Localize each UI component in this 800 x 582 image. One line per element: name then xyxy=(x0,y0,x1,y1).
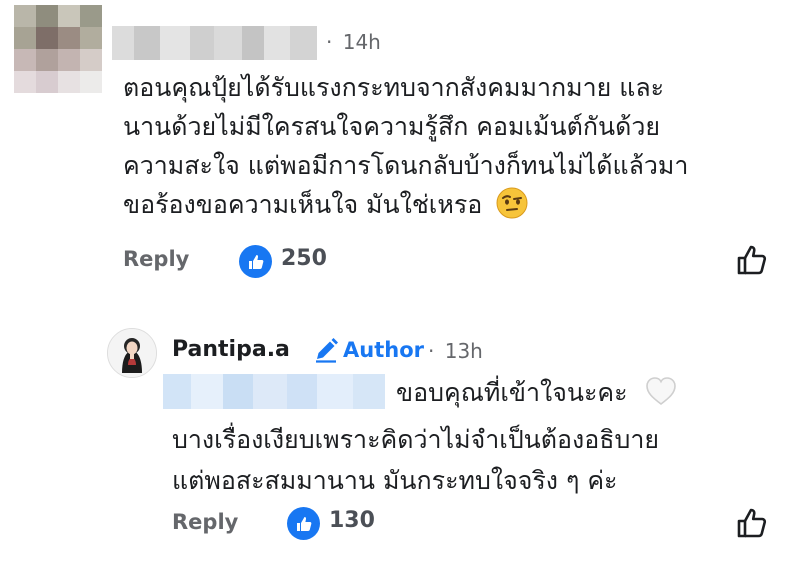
meta-separator: · xyxy=(326,30,333,54)
thumbs-up-outline-icon[interactable] xyxy=(735,506,769,544)
comment-meta: · 14h xyxy=(326,30,381,54)
comment-line: นานด้วยไม่มีใครสนใจความรู้สึก คอมเม้นต์ก… xyxy=(123,112,660,141)
meta-separator: · xyxy=(428,339,435,363)
author-avatar[interactable] xyxy=(107,328,157,378)
commenter-name-blurred[interactable] xyxy=(112,26,317,60)
comment-line-text: ขอร้องขอความเห็นใจ มันใช่เหรอ xyxy=(123,190,483,219)
raised-eyebrow-emoji xyxy=(496,187,528,230)
comment-timestamp[interactable]: 14h xyxy=(343,30,381,54)
white-heart-emoji xyxy=(644,375,678,418)
reply-line: บางเรื่องเงียบเพราะคิดว่าไม่จำเป็นต้องอธ… xyxy=(172,425,660,454)
reply-line-first: ขอบคุณที่เข้าใจนะคะ xyxy=(172,373,678,418)
like-reaction-icon[interactable] xyxy=(239,245,272,278)
comment-body: ตอนคุณปุ้ยได้รับแรงกระทบจากสังคมมากมาย แ… xyxy=(123,68,688,230)
reply-line: แต่พอสะสมมานาน มันกระทบใจจริง ๆ ค่ะ xyxy=(172,466,618,495)
comment-line: ความสะใจ แต่พอมีการโดนกลับบ้างก็ทนไม่ได้… xyxy=(123,151,689,180)
reply-like-count[interactable]: 130 xyxy=(329,508,375,533)
commenter-avatar-blurred[interactable] xyxy=(14,5,102,93)
reply-meta: · 13h xyxy=(428,339,483,363)
like-reaction-icon[interactable] xyxy=(287,507,320,540)
reply-line-text: ขอบคุณที่เข้าใจนะคะ xyxy=(396,378,628,407)
thumbs-up-outline-icon[interactable] xyxy=(735,243,769,281)
author-name[interactable]: Pantipa.a xyxy=(172,337,290,362)
reply-timestamp[interactable]: 13h xyxy=(445,339,483,363)
pencil-icon xyxy=(313,337,339,367)
comment-line-last: ขอร้องขอความเห็นใจ มันใช่เหรอ xyxy=(123,185,688,230)
comment-reply-button[interactable]: Reply xyxy=(123,247,189,271)
reply-reply-button[interactable]: Reply xyxy=(172,510,238,534)
comment-like-count[interactable]: 250 xyxy=(281,246,327,271)
author-badge: Author xyxy=(343,338,424,362)
comment-line: ตอนคุณปุ้ยได้รับแรงกระทบจากสังคมมากมาย แ… xyxy=(123,73,665,102)
reply-body: ขอบคุณที่เข้าใจนะคะ บางเรื่องเงียบเพราะค… xyxy=(172,373,678,500)
